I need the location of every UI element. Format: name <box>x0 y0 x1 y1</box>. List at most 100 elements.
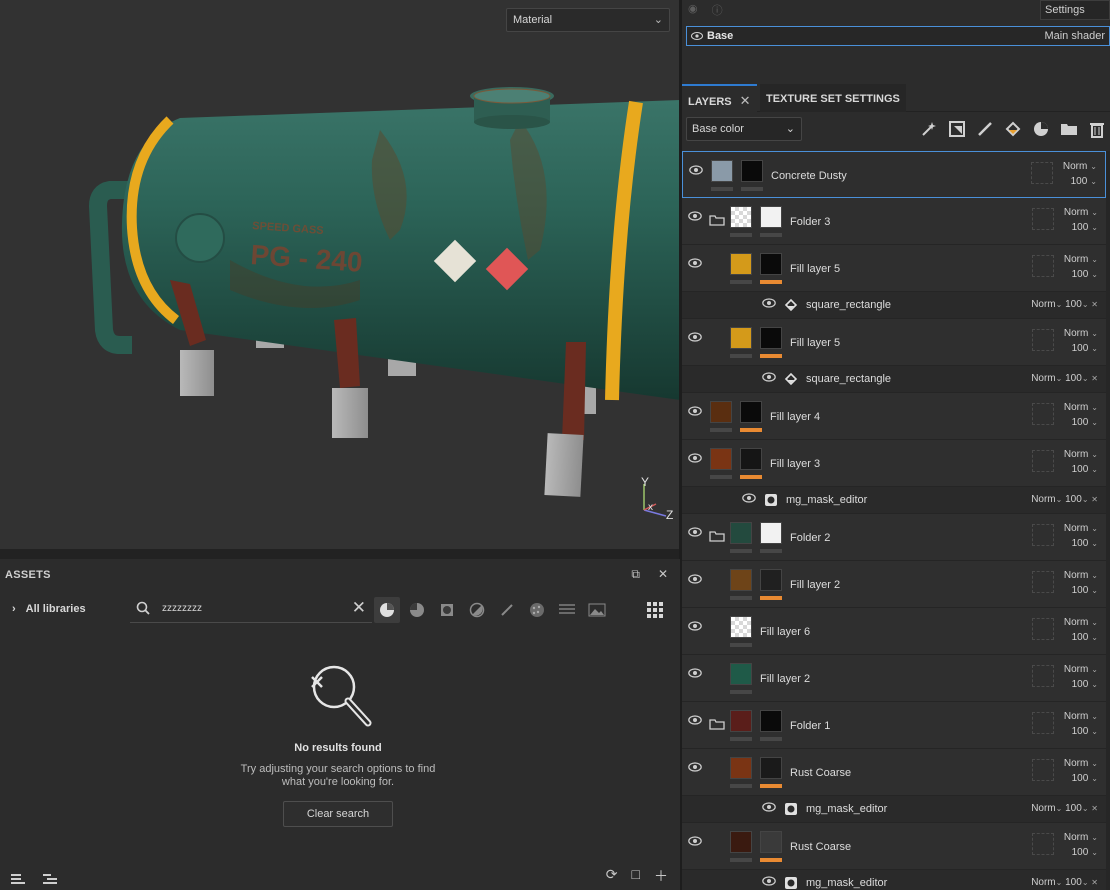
remove-effect-icon[interactable]: ✕ <box>1091 495 1098 504</box>
remove-effect-icon[interactable]: ✕ <box>1091 804 1098 813</box>
eye-icon[interactable] <box>688 527 702 540</box>
add-folder-icon[interactable] <box>1060 120 1078 138</box>
add-mask-icon[interactable] <box>948 120 966 138</box>
folder-icon[interactable] <box>709 530 725 542</box>
add-paint-layer-icon[interactable] <box>976 120 994 138</box>
eye-icon[interactable] <box>688 258 702 271</box>
remove-effect-icon[interactable]: ✕ <box>1091 878 1098 887</box>
eye-icon[interactable] <box>688 715 702 728</box>
effect-blend[interactable]: Norm⌄ 100⌄ ✕ <box>1031 373 1098 384</box>
layer-row[interactable]: Fill layer 5 Norm ⌄ 100 ⌄ <box>682 245 1106 292</box>
layer-row[interactable]: Fill layer 4 Norm ⌄ 100 ⌄ <box>682 393 1106 440</box>
filter-environments-icon[interactable] <box>584 597 610 623</box>
layer-blend-controls[interactable]: Norm ⌄ 100 ⌄ <box>1064 662 1098 692</box>
remove-effect-icon[interactable]: ✕ <box>1091 374 1098 383</box>
add-icon[interactable]: ＋ <box>654 866 668 886</box>
layer-blend-controls[interactable]: Norm ⌄ 100 ⌄ <box>1063 159 1097 189</box>
layer-effect-row[interactable]: mg_mask_editor Norm⌄ 100⌄ ✕ <box>682 796 1106 823</box>
layer-row[interactable]: Fill layer 2 Norm ⌄ 100 ⌄ <box>682 655 1106 702</box>
refresh-icon[interactable]: ⟳ <box>606 866 618 886</box>
channel-dropdown[interactable]: Base color ⌄ <box>686 117 802 141</box>
shader-row-base[interactable]: Base Main shader <box>686 26 1110 46</box>
layer-row[interactable]: Concrete Dusty Norm ⌄ 100 ⌄ <box>682 151 1106 198</box>
tab-texture-set-settings[interactable]: TEXTURE SET SETTINGS <box>760 84 906 112</box>
search-input[interactable] <box>162 603 342 614</box>
layer-effect-row[interactable]: mg_mask_editor Norm⌄ 100⌄ ✕ <box>682 870 1106 890</box>
add-effect-icon[interactable] <box>920 120 938 138</box>
layer-blend-controls[interactable]: Norm ⌄ 100 ⌄ <box>1064 326 1098 356</box>
mask-thumbnail[interactable] <box>760 253 782 275</box>
layer-blend-controls[interactable]: Norm ⌄ 100 ⌄ <box>1064 709 1098 739</box>
clear-search-button[interactable]: Clear search <box>283 801 393 827</box>
eye-icon[interactable] <box>688 453 702 466</box>
import-resources-icon[interactable] <box>10 872 26 886</box>
eye-icon[interactable] <box>762 298 776 311</box>
add-fill-layer-icon[interactable] <box>1004 120 1022 138</box>
eye-icon[interactable] <box>762 802 776 815</box>
layer-blend-controls[interactable]: Norm ⌄ 100 ⌄ <box>1064 615 1098 645</box>
eye-icon[interactable] <box>762 876 776 889</box>
eye-icon[interactable] <box>688 836 702 849</box>
new-folder-icon[interactable]: □ <box>632 866 640 886</box>
effect-blend[interactable]: Norm⌄ 100⌄ ✕ <box>1031 299 1098 310</box>
layer-scrollbar[interactable] <box>1106 151 1110 890</box>
visibility-icon[interactable]: ◉ <box>688 2 698 18</box>
filter-brushes-icon[interactable] <box>494 597 520 623</box>
mask-thumbnail[interactable] <box>760 757 782 779</box>
mask-thumbnail[interactable] <box>760 206 782 228</box>
layer-effect-row[interactable]: square_rectangle Norm⌄ 100⌄ ✕ <box>682 292 1106 319</box>
all-libraries-item[interactable]: › All libraries <box>12 603 86 615</box>
tab-layers[interactable]: LAYERS ✕ <box>682 84 757 112</box>
layer-blend-controls[interactable]: Norm ⌄ 100 ⌄ <box>1064 521 1098 551</box>
layer-row[interactable]: Fill layer 2 Norm ⌄ 100 ⌄ <box>682 561 1106 608</box>
eye-icon[interactable] <box>688 668 702 681</box>
eye-icon[interactable] <box>691 32 703 40</box>
material-dropdown[interactable]: Material ⌄ <box>506 8 670 32</box>
library-settings-icon[interactable] <box>42 872 58 886</box>
effect-blend[interactable]: Norm⌄ 100⌄ ✕ <box>1031 803 1098 814</box>
filter-materials-icon[interactable] <box>374 597 400 623</box>
clear-search-icon[interactable]: ✕ <box>352 598 366 618</box>
folder-layer-row[interactable]: Folder 1 Norm ⌄ 100 ⌄ <box>682 702 1106 749</box>
eye-icon[interactable] <box>688 332 702 345</box>
eye-icon[interactable] <box>688 211 702 224</box>
folder-layer-row[interactable]: Folder 3 Norm ⌄ 100 ⌄ <box>682 198 1106 245</box>
layer-effect-row[interactable]: square_rectangle Norm⌄ 100⌄ ✕ <box>682 366 1106 393</box>
mask-thumbnail[interactable] <box>760 522 782 544</box>
eye-icon[interactable] <box>742 493 756 506</box>
settings-dropdown[interactable]: Settings <box>1040 0 1110 20</box>
mask-thumbnail[interactable] <box>740 401 762 423</box>
eye-icon[interactable] <box>688 762 702 775</box>
eye-icon[interactable] <box>688 406 702 419</box>
mask-thumbnail[interactable] <box>760 710 782 732</box>
mask-thumbnail[interactable] <box>760 831 782 853</box>
layer-blend-controls[interactable]: Norm ⌄ 100 ⌄ <box>1064 830 1098 860</box>
eye-icon[interactable] <box>762 372 776 385</box>
layer-blend-controls[interactable]: Norm ⌄ 100 ⌄ <box>1064 400 1098 430</box>
close-icon[interactable]: ✕ <box>658 567 668 582</box>
undock-icon[interactable]: ⧉ <box>631 567 640 582</box>
mask-thumbnail[interactable] <box>760 569 782 591</box>
layer-row[interactable]: Fill layer 3 Norm ⌄ 100 ⌄ <box>682 440 1106 487</box>
layer-blend-controls[interactable]: Norm ⌄ 100 ⌄ <box>1064 252 1098 282</box>
layer-row[interactable]: Fill layer 6 Norm ⌄ 100 ⌄ <box>682 608 1106 655</box>
close-tab-icon[interactable]: ✕ <box>740 93 751 108</box>
layer-blend-controls[interactable]: Norm ⌄ 100 ⌄ <box>1064 447 1098 477</box>
eye-icon[interactable] <box>689 165 703 178</box>
layer-row[interactable]: Fill layer 5 Norm ⌄ 100 ⌄ <box>682 319 1106 366</box>
filter-masks-icon[interactable] <box>434 597 460 623</box>
filter-fonts-icon[interactable] <box>554 597 580 623</box>
folder-icon[interactable] <box>709 718 725 730</box>
filter-smart-materials-icon[interactable] <box>404 597 430 623</box>
folder-layer-row[interactable]: Folder 2 Norm ⌄ 100 ⌄ <box>682 514 1106 561</box>
delete-layer-icon[interactable] <box>1088 120 1106 138</box>
remove-effect-icon[interactable]: ✕ <box>1091 300 1098 309</box>
filter-filters-icon[interactable] <box>464 597 490 623</box>
effect-blend[interactable]: Norm⌄ 100⌄ ✕ <box>1031 494 1098 505</box>
filter-textures-icon[interactable] <box>524 597 550 623</box>
layer-blend-controls[interactable]: Norm ⌄ 100 ⌄ <box>1064 756 1098 786</box>
info-icon[interactable]: ⓘ <box>712 2 723 18</box>
add-smart-material-icon[interactable] <box>1032 120 1050 138</box>
layer-row[interactable]: Rust Coarse Norm ⌄ 100 ⌄ <box>682 823 1106 870</box>
effect-blend[interactable]: Norm⌄ 100⌄ ✕ <box>1031 877 1098 888</box>
